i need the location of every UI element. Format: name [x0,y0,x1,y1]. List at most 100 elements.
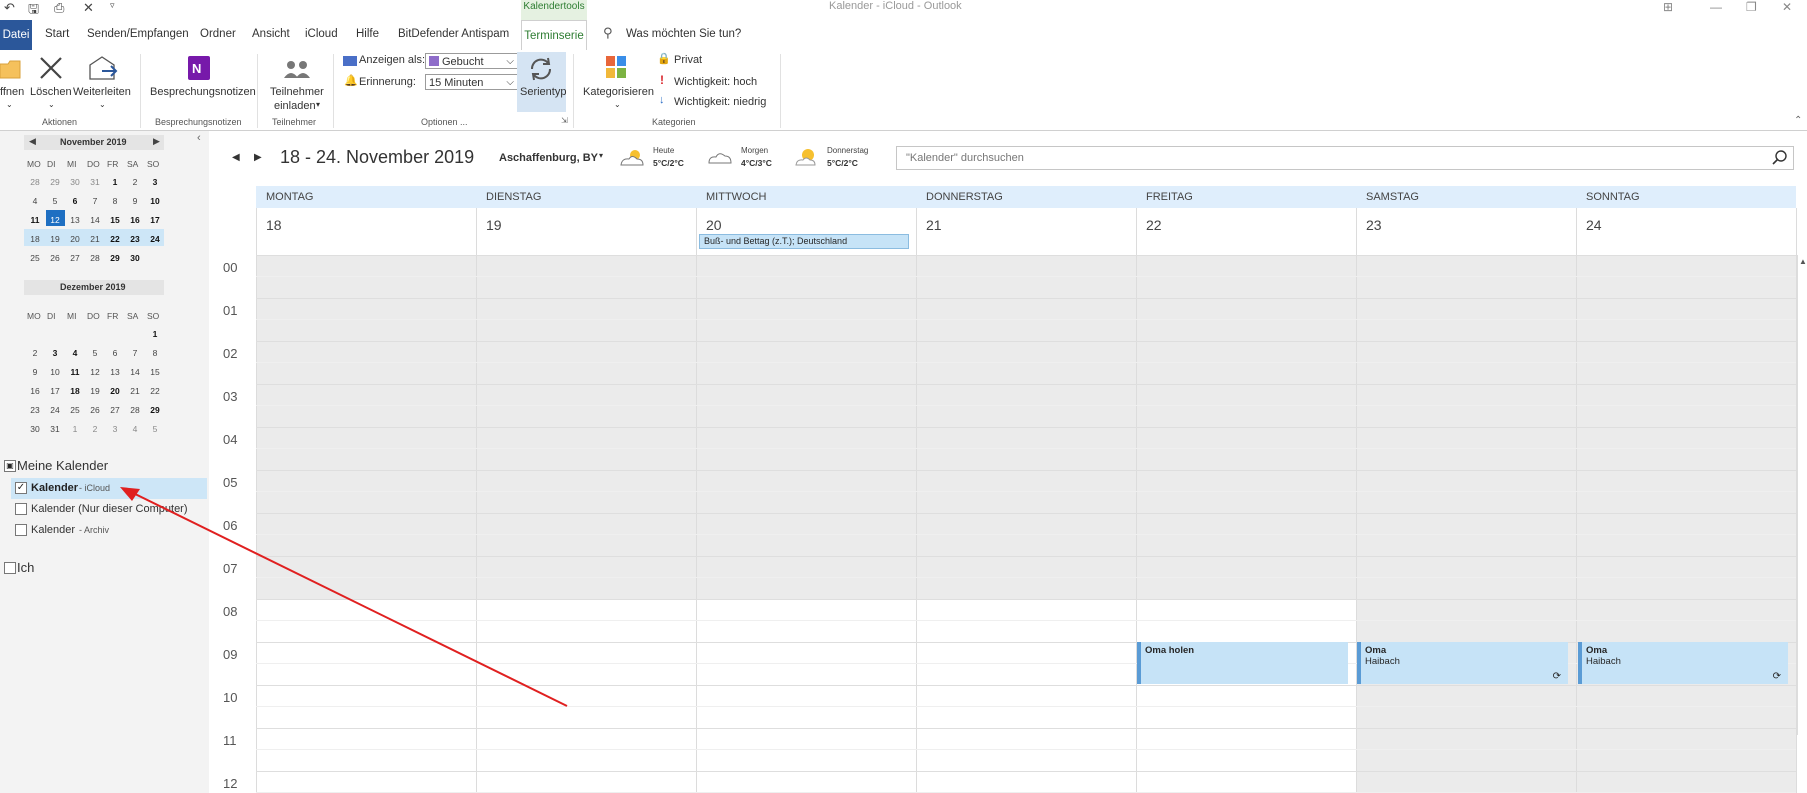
invite-dropdown-icon[interactable]: ▾ [316,100,320,109]
mini-cal-day[interactable]: 25 [25,253,45,263]
mini-cal-day[interactable]: 11 [25,215,45,225]
mini-cal-day[interactable]: 12 [85,367,105,377]
window-close-icon[interactable]: ✕ [1782,0,1792,14]
open-button[interactable]: ffnen [0,86,24,98]
calendar-checkbox[interactable]: ✓ [15,482,27,494]
mini-cal-day[interactable]: 1 [105,177,125,187]
tab-ansicht[interactable]: Ansicht [252,28,290,40]
calendar-search-input[interactable] [896,146,1794,170]
day-number[interactable]: 23 [1366,217,1382,233]
ribbon-options-icon[interactable]: ⊞ [1663,0,1673,14]
mini-cal-day[interactable]: 18 [65,386,85,396]
mini-cal-day[interactable]: 30 [65,177,85,187]
tab-datei[interactable]: Datei [0,20,32,50]
mini-cal-day[interactable]: 21 [125,386,145,396]
mini-cal-day[interactable]: 19 [85,386,105,396]
open-dropdown-icon[interactable]: ⌄ [6,100,13,109]
mini-cal-day[interactable]: 30 [125,253,145,263]
meeting-notes-button[interactable]: Besprechungsnotizen [150,86,256,98]
mini-cal-day[interactable]: 22 [105,234,125,244]
tab-start[interactable]: Start [45,28,69,40]
calendar-checkbox[interactable] [15,524,27,536]
private-button[interactable]: Privat [674,54,702,66]
mini-cal-day[interactable]: 16 [25,386,45,396]
collapse-ribbon-icon[interactable]: ⌃ [1794,115,1802,126]
mini-cal-day[interactable]: 23 [25,405,45,415]
scroll-up-icon[interactable]: ▲ [1799,257,1807,266]
tab-terminserie[interactable]: Terminserie [521,20,587,50]
tab-bitdefender[interactable]: BitDefender Antispam [398,28,509,40]
day-number[interactable]: 21 [926,217,942,233]
mini-cal-day[interactable]: 16 [125,215,145,225]
mini-cal-day[interactable]: 28 [85,253,105,263]
mini-cal-day[interactable]: 3 [145,177,165,187]
mini-cal-day[interactable]: 2 [125,177,145,187]
mini-cal-day[interactable]: 4 [125,424,145,434]
prev-month-icon[interactable]: ◀ [29,136,36,147]
save-icon[interactable]: 🖫 [28,0,39,22]
mini-cal-day[interactable]: 14 [85,215,105,225]
mini-cal-day[interactable]: 1 [65,424,85,434]
high-importance-button[interactable]: Wichtigkeit: hoch [674,76,757,88]
mini-cal-day[interactable]: 7 [125,348,145,358]
undo-icon[interactable]: ↶ [4,0,15,16]
mini-cal-day[interactable]: 25 [65,405,85,415]
day-number[interactable]: 18 [266,217,282,233]
weather-location[interactable]: Aschaffenburg, BY [499,152,598,164]
mini-cal-day[interactable]: 4 [25,196,45,206]
calendar-checkbox[interactable] [15,503,27,515]
categorize-dropdown-icon[interactable]: ⌄ [614,100,621,109]
categorize-button[interactable]: Kategorisieren [583,86,654,98]
mini-cal-day[interactable]: 5 [85,348,105,358]
tab-hilfe[interactable]: Hilfe [356,28,379,40]
next-week-icon[interactable]: ▶ [254,152,262,163]
print-icon[interactable]: ⎙ [54,0,64,16]
mini-cal-day[interactable]: 29 [45,177,65,187]
mini-cal-day[interactable]: 29 [145,405,165,415]
vertical-scrollbar[interactable] [1797,255,1807,735]
mini-cal-day[interactable]: 18 [25,234,45,244]
mini-cal-day[interactable]: 12 [45,215,65,225]
close-item-icon[interactable]: ✕ [83,0,94,16]
appointment[interactable]: Oma Haibach ⟳ [1578,642,1788,684]
day-number[interactable]: 20 [706,217,722,233]
mini-cal-day[interactable]: 1 [145,329,165,339]
mini-cal-day[interactable]: 13 [65,215,85,225]
mini-cal-day[interactable]: 6 [65,196,85,206]
my-calendars-toggle[interactable]: ▣ [4,460,16,472]
mini-cal-day[interactable]: 10 [45,367,65,377]
mini-cal-day[interactable]: 3 [105,424,125,434]
mini-cal-day[interactable]: 21 [85,234,105,244]
mini-cal-day[interactable]: 27 [105,405,125,415]
low-importance-button[interactable]: Wichtigkeit: niedrig [674,96,766,108]
qat-dropdown-icon[interactable]: ▿ [110,0,115,11]
mini-cal-day[interactable]: 20 [105,386,125,396]
mini-cal-day[interactable]: 22 [145,386,165,396]
show-as-select[interactable]: Gebucht ⌵ [425,53,518,69]
day-number[interactable]: 22 [1146,217,1162,233]
prev-week-icon[interactable]: ◀ [232,152,240,163]
tab-ordner[interactable]: Ordner [200,28,236,40]
delete-dropdown-icon[interactable]: ⌄ [48,100,55,109]
reminder-select[interactable]: 15 Minuten ⌵ [425,74,518,90]
mini-cal-day[interactable]: 4 [65,348,85,358]
mini-cal-day[interactable]: 9 [25,367,45,377]
tab-icloud[interactable]: iCloud [305,28,338,40]
mini-cal-day[interactable]: 31 [85,177,105,187]
tab-senden-empfangen[interactable]: Senden/Empfangen [87,28,189,40]
mini-cal-day[interactable]: 28 [25,177,45,187]
mini-cal-day[interactable]: 26 [85,405,105,415]
mini-cal-day[interactable]: 23 [125,234,145,244]
my-calendars-heading[interactable]: Meine Kalender [17,458,108,473]
mini-cal-day[interactable]: 11 [65,367,85,377]
mini-cal-day[interactable]: 19 [45,234,65,244]
mini-cal-day[interactable]: 17 [45,386,65,396]
dialog-launcher-icon[interactable]: ⇲ [561,116,568,125]
location-dropdown-icon[interactable]: ▾ [599,151,603,160]
mini-cal-day[interactable]: 27 [65,253,85,263]
calendar-folder-name[interactable]: Kalender (Nur dieser Computer) [31,503,188,515]
mini-cal-day[interactable]: 24 [45,405,65,415]
calendar-folder-name[interactable]: Kalender [31,524,75,536]
mini-cal-day[interactable]: 10 [145,196,165,206]
ich-group-heading[interactable]: Ich [17,560,34,575]
